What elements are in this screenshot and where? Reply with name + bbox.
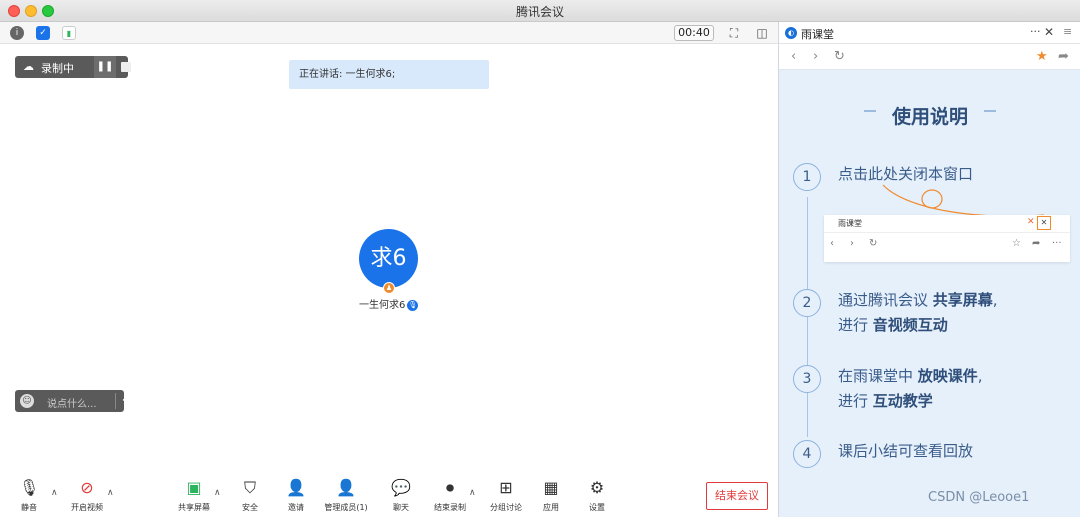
video-options-caret[interactable]: ∧	[107, 488, 114, 498]
members-icon: 👤	[336, 478, 356, 497]
step-1-number: 1	[793, 163, 821, 191]
avatar[interactable]: 求6	[359, 229, 418, 288]
panel-title: 雨课堂	[801, 28, 834, 41]
shield-icon[interactable]: ✓	[36, 26, 50, 40]
video-button[interactable]: ⊘ 开启视频	[61, 478, 113, 513]
share-options-caret[interactable]: ∧	[214, 488, 221, 498]
breakout-icon: ⊞	[499, 478, 513, 497]
step-4-text: 课后小结可查看回放	[838, 442, 974, 460]
record-options-caret[interactable]: ∧	[469, 488, 476, 498]
step-3-number: 3	[793, 365, 821, 393]
share-screen-icon: ▣	[186, 478, 202, 497]
window-title: 腾讯会议	[515, 5, 564, 19]
security-button[interactable]: ⛉ 安全	[224, 478, 276, 513]
chat-placeholder[interactable]: 说点什么...	[47, 395, 97, 410]
signal-icon[interactable]: ▮	[62, 26, 76, 40]
panel-nav-bar: ‹ › ↻ ★ ➦	[779, 44, 1080, 70]
mock-close-icon: ✕	[1027, 217, 1035, 227]
stop-record-icon: ⏺	[445, 478, 454, 497]
speaking-indicator: 正在讲话: 一生何求6;	[289, 60, 489, 89]
meeting-timer: 00:40	[674, 25, 714, 41]
step-4-number: 4	[793, 440, 821, 468]
step-2-number: 2	[793, 289, 821, 317]
cloud-record-icon: ☁	[23, 60, 34, 73]
collapse-chevron-icon[interactable]: ‹	[122, 393, 126, 406]
host-icon: ♟	[383, 282, 395, 294]
mute-button[interactable]: 🎙 静音	[3, 478, 55, 513]
camera-off-icon: ⊘	[80, 478, 94, 497]
recording-label: 录制中	[41, 62, 74, 75]
sidebar-toggle-icon[interactable]: ◫	[755, 26, 769, 40]
share-icon[interactable]: ➦	[1058, 49, 1069, 64]
mic-on-icon: 🎙	[407, 299, 419, 311]
settings-button[interactable]: ⚙ 设置	[571, 478, 623, 513]
mock-forward-icon: ›	[850, 238, 854, 249]
chat-quick-input[interactable]: ☺ 说点什么... ‹	[15, 390, 126, 412]
share-screen-button[interactable]: ▣ 共享屏幕	[168, 478, 220, 513]
refresh-icon[interactable]: ↻	[834, 49, 845, 64]
participant-name-row: 一生何求6 🎙	[359, 296, 419, 311]
mock-star-icon: ☆	[1012, 238, 1021, 249]
mock-close-highlight-icon: ✕	[1037, 216, 1051, 230]
divider	[115, 393, 116, 409]
step-3-text: 在雨课堂中 放映课件, 进行 互动教学	[838, 367, 983, 410]
apps-icon: ▦	[543, 478, 559, 497]
yuketang-logo-icon: ◐	[785, 27, 797, 39]
mock-back-icon: ‹	[830, 238, 834, 249]
step-2-text: 通过腾讯会议 共享屏幕, 进行 音视频互动	[838, 291, 998, 334]
chat-icon: 💬	[391, 478, 411, 497]
manage-members-button[interactable]: 👤 管理成员(1)	[320, 478, 372, 513]
menu-icon[interactable]: ≡	[1063, 25, 1072, 38]
end-meeting-button[interactable]: 结束会议	[706, 482, 768, 510]
recording-bar: ☁ 录制中 ❚❚	[15, 56, 131, 78]
back-icon[interactable]: ‹	[791, 49, 796, 64]
yuketang-panel: ◐ 雨课堂 ··· ✕ ≡ ‹ › ↻ ★ ➦ 使用说明 1 点击此处关闭本窗口…	[778, 22, 1080, 517]
close-icon[interactable]: ✕	[1044, 25, 1054, 39]
audio-options-caret[interactable]: ∧	[51, 488, 58, 498]
fullscreen-icon[interactable]: ⛶	[727, 26, 741, 40]
emoji-icon[interactable]: ☺	[20, 394, 34, 408]
app-window: 腾讯会议 i ✓ ▮ 00:40 ⛶ ◫ ☁ 录制中 ❚❚ 正在讲话: 一生何求…	[0, 0, 1080, 517]
pause-recording-button[interactable]: ❚❚	[94, 56, 116, 78]
watermark: CSDN @Leooe1	[928, 490, 1030, 505]
steps-connector	[807, 197, 808, 437]
title-decoration-right	[984, 110, 996, 112]
panel-header: ◐ 雨课堂 ··· ✕ ≡	[779, 22, 1080, 44]
participant-name: 一生何求6	[359, 300, 406, 311]
chat-button[interactable]: 💬 聊天	[375, 478, 427, 513]
mock-browser-illustration: 雨课堂 ✕ ✕ ‹ › ↻ ☆ ➦ ···	[824, 215, 1070, 262]
add-user-icon: 👤	[286, 478, 306, 497]
mock-share-icon: ➦	[1032, 238, 1041, 249]
star-icon[interactable]: ★	[1036, 49, 1048, 64]
shield-icon: ⛉	[243, 478, 256, 497]
gear-icon: ⚙	[589, 478, 605, 497]
guide-title: 使用说明	[891, 106, 968, 128]
forward-icon[interactable]: ›	[813, 49, 818, 64]
info-icon[interactable]: i	[10, 26, 24, 40]
stop-recording-button[interactable]	[121, 62, 131, 72]
mock-tab-bar: 雨课堂 ✕ ✕	[824, 215, 1070, 233]
mock-refresh-icon: ↻	[869, 238, 878, 249]
bottom-toolbar: 🎙 静音 ∧ ⊘ 开启视频 ∧ ▣ 共享屏幕 ∧ ⛉ 安全 👤 邀请 👤 管理成…	[0, 470, 778, 517]
mock-tab-title: 雨课堂	[838, 219, 862, 228]
microphone-icon: 🎙	[19, 478, 40, 497]
status-bar: i ✓ ▮ 00:40 ⛶ ◫	[0, 22, 778, 44]
invite-button[interactable]: 👤 邀请	[270, 478, 322, 513]
mock-more-icon: ···	[1052, 238, 1062, 249]
apps-button[interactable]: ▦ 应用	[525, 478, 577, 513]
title-bar: 腾讯会议	[0, 0, 1080, 22]
more-icon[interactable]: ···	[1030, 25, 1041, 38]
